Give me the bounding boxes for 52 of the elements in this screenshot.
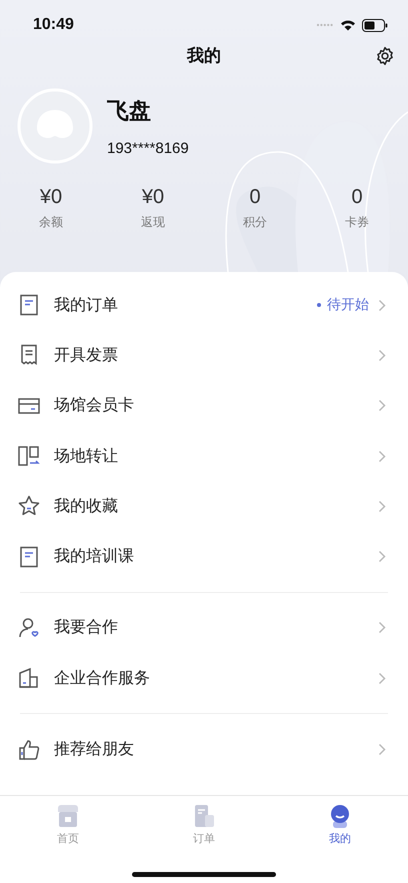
menu-label: 我的订单: [54, 294, 119, 316]
menu-item[interactable]: 企业合作服务: [0, 653, 408, 704]
person-icon: [328, 804, 352, 828]
shop-icon: [56, 804, 80, 828]
order-status: 待开始: [317, 296, 369, 314]
menu-label: 我的培训课: [54, 546, 135, 568]
thumbs-up-icon: [17, 738, 41, 762]
transfer-icon: [17, 444, 41, 468]
menu-item[interactable]: 我的收藏: [0, 481, 408, 532]
menu-item[interactable]: 我的培训课: [0, 531, 408, 582]
chevron-right-icon: [378, 399, 386, 412]
menu-label: 推荐给朋友: [54, 739, 135, 760]
tab-item[interactable]: 我的: [320, 804, 360, 846]
chevron-right-icon: [378, 550, 386, 564]
wifi-icon: [340, 19, 356, 31]
person-heart-icon: [17, 616, 41, 640]
menu-item[interactable]: 推荐给朋友: [0, 724, 408, 775]
stat-label: 返现: [141, 214, 165, 231]
menu-label: 企业合作服务: [54, 668, 151, 689]
page-title: 我的: [187, 45, 221, 67]
building-icon: [17, 666, 41, 690]
stat-label: 积分: [243, 214, 267, 231]
menu-label: 我要合作: [54, 617, 119, 638]
menu-item[interactable]: 我的订单 待开始: [0, 280, 408, 330]
menu-label: 开具发票: [54, 344, 119, 366]
stat-value[interactable]: 0: [249, 186, 261, 209]
chevron-right-icon: [378, 450, 386, 463]
menu-item[interactable]: 我要合作: [0, 602, 408, 654]
stat-label: 卡券: [345, 214, 369, 231]
menu-label: 场馆会员卡: [54, 395, 135, 416]
phone-number: 193****8169: [107, 140, 189, 156]
chevron-right-icon: [378, 672, 386, 685]
chevron-right-icon: [378, 743, 386, 756]
menu-label: 我的收藏: [54, 496, 119, 517]
stat-value[interactable]: ¥0: [142, 186, 164, 209]
menu-item[interactable]: 场馆会员卡: [0, 380, 408, 431]
stat-value[interactable]: 0: [351, 186, 363, 209]
battery-icon: [362, 18, 388, 32]
signal-icon: [316, 23, 334, 27]
settings-icon[interactable]: [375, 46, 395, 66]
stat-label: 余额: [39, 214, 63, 231]
menu-item[interactable]: 开具发票: [0, 330, 408, 381]
user-name: 飞盘: [107, 98, 152, 126]
chevron-right-icon: [378, 298, 386, 312]
menu-label: 场地转让: [54, 446, 119, 467]
status-time: 10:49: [33, 16, 74, 34]
menu-item[interactable]: 场地转让: [0, 430, 408, 482]
stat-value[interactable]: ¥0: [40, 186, 62, 209]
chevron-right-icon: [378, 348, 386, 362]
document-icon: [192, 804, 216, 828]
chevron-right-icon: [378, 621, 386, 634]
chevron-right-icon: [378, 500, 386, 513]
